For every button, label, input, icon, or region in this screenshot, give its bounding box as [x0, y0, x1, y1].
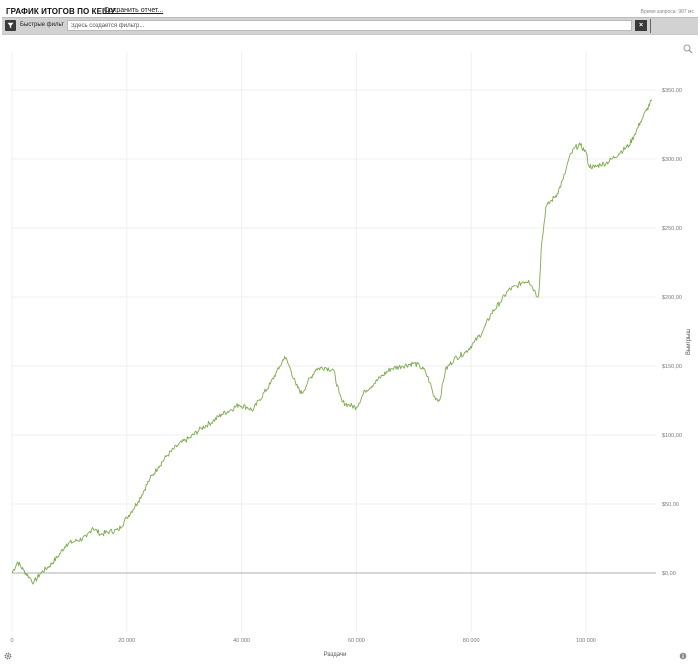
gear-icon[interactable]	[4, 652, 12, 660]
filter-button[interactable]	[5, 20, 16, 31]
report-header: ГРАФИК ИТОГОВ ПО КЕШУ Сохранить отчет...…	[0, 0, 700, 18]
x-tick-label: 20 000	[118, 638, 135, 644]
y-tick-label: $150,00	[662, 364, 682, 370]
y-tick-label: $100,00	[662, 433, 682, 439]
x-tick-label: 0	[10, 638, 13, 644]
y-tick-label: $50,00	[662, 502, 679, 508]
magnifier-icon[interactable]	[683, 44, 693, 54]
y-tick-label: $350,00	[662, 88, 682, 94]
chart-grid	[11, 52, 656, 632]
chart-series	[11, 99, 653, 585]
info-icon[interactable]	[679, 652, 687, 660]
quick-filter-bar: Быстрые фильт ×	[2, 17, 698, 35]
clear-filter-button[interactable]: ×	[635, 20, 647, 31]
y-tick-label: $250,00	[662, 226, 682, 232]
x-tick-label: 80 000	[463, 638, 480, 644]
y-tick-label: $0,00	[662, 571, 676, 577]
profit-chart: 0 20 000 40 000 60 000 80 000 100 000 $0,00 $50…	[10, 52, 692, 658]
y-axis-label: Выигрыш	[686, 329, 692, 356]
quick-filters-label: Быстрые фильт	[20, 22, 64, 28]
x-tick-label: 40 000	[233, 638, 250, 644]
x-tick-label: 100 000	[576, 638, 596, 644]
close-icon: ×	[638, 22, 644, 29]
x-axis-label: Раздачи	[324, 652, 347, 658]
page-title: ГРАФИК ИТОГОВ ПО КЕШУ	[6, 7, 116, 16]
filter-input[interactable]	[67, 20, 632, 31]
x-tick-label: 60 000	[348, 638, 365, 644]
y-tick-label: $200,00	[662, 295, 682, 301]
save-report-link[interactable]: Сохранить отчет...	[104, 7, 163, 14]
series-line	[11, 99, 653, 585]
chart-axes: 0 20 000 40 000 60 000 80 000 100 000 $0,00 $50…	[10, 88, 681, 644]
funnel-icon	[7, 22, 14, 29]
filterbar-divider	[650, 19, 651, 33]
query-time-label: Время запроса: 987 мс	[640, 9, 694, 15]
y-tick-label: $300,00	[662, 157, 682, 163]
